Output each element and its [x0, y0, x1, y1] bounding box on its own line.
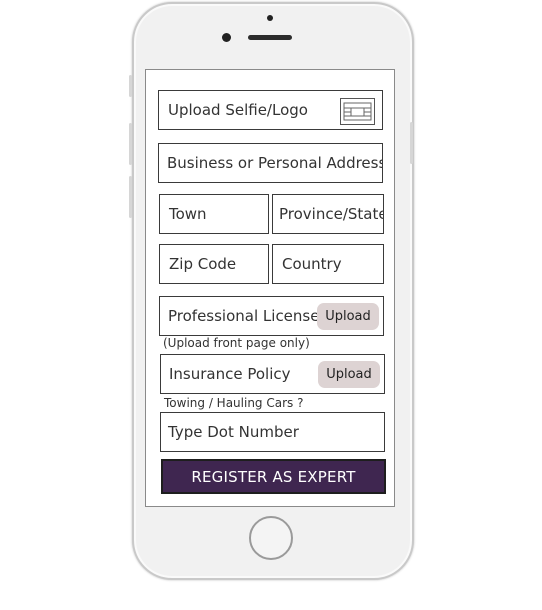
license-hint: (Upload front page only) [163, 336, 310, 350]
insurance-policy-field: Insurance Policy Upload [160, 354, 385, 394]
address-input[interactable]: Business or Personal Address [158, 143, 383, 183]
phone-power-button [410, 122, 413, 164]
upload-selfie-logo-label: Upload Selfie/Logo [168, 101, 308, 119]
province-state-placeholder: Province/State [279, 205, 384, 223]
professional-license-label: Professional License [168, 307, 320, 325]
country-input[interactable]: Country [272, 244, 384, 284]
insurance-upload-label: Upload [326, 367, 372, 382]
towing-hauling-hint: Towing / Hauling Cars ? [164, 396, 304, 410]
insurance-upload-button[interactable]: Upload [318, 361, 380, 388]
image-upload-icon[interactable] [340, 98, 375, 125]
license-upload-label: Upload [325, 309, 371, 324]
zip-code-input[interactable]: Zip Code [159, 244, 269, 284]
license-upload-button[interactable]: Upload [317, 303, 379, 330]
dot-number-placeholder: Type Dot Number [168, 423, 299, 441]
insurance-policy-label: Insurance Policy [169, 365, 291, 383]
upload-selfie-logo-field[interactable]: Upload Selfie/Logo [158, 90, 383, 130]
address-placeholder: Business or Personal Address [167, 154, 383, 172]
dot-number-input[interactable]: Type Dot Number [160, 412, 385, 452]
town-placeholder: Town [169, 205, 207, 223]
phone-mute-switch [129, 75, 132, 97]
phone-camera [222, 33, 231, 42]
register-button-label: REGISTER AS EXPERT [191, 467, 356, 486]
home-button[interactable] [249, 516, 293, 560]
province-state-input[interactable]: Province/State [272, 194, 384, 234]
phone-sensor [267, 15, 273, 21]
phone-speaker [248, 35, 292, 40]
phone-volume-up [129, 123, 132, 165]
register-as-expert-button[interactable]: REGISTER AS EXPERT [161, 459, 386, 494]
zip-code-placeholder: Zip Code [169, 255, 237, 273]
town-input[interactable]: Town [159, 194, 269, 234]
professional-license-field: Professional License Upload [159, 296, 384, 336]
phone-volume-down [129, 176, 132, 218]
country-placeholder: Country [282, 255, 342, 273]
